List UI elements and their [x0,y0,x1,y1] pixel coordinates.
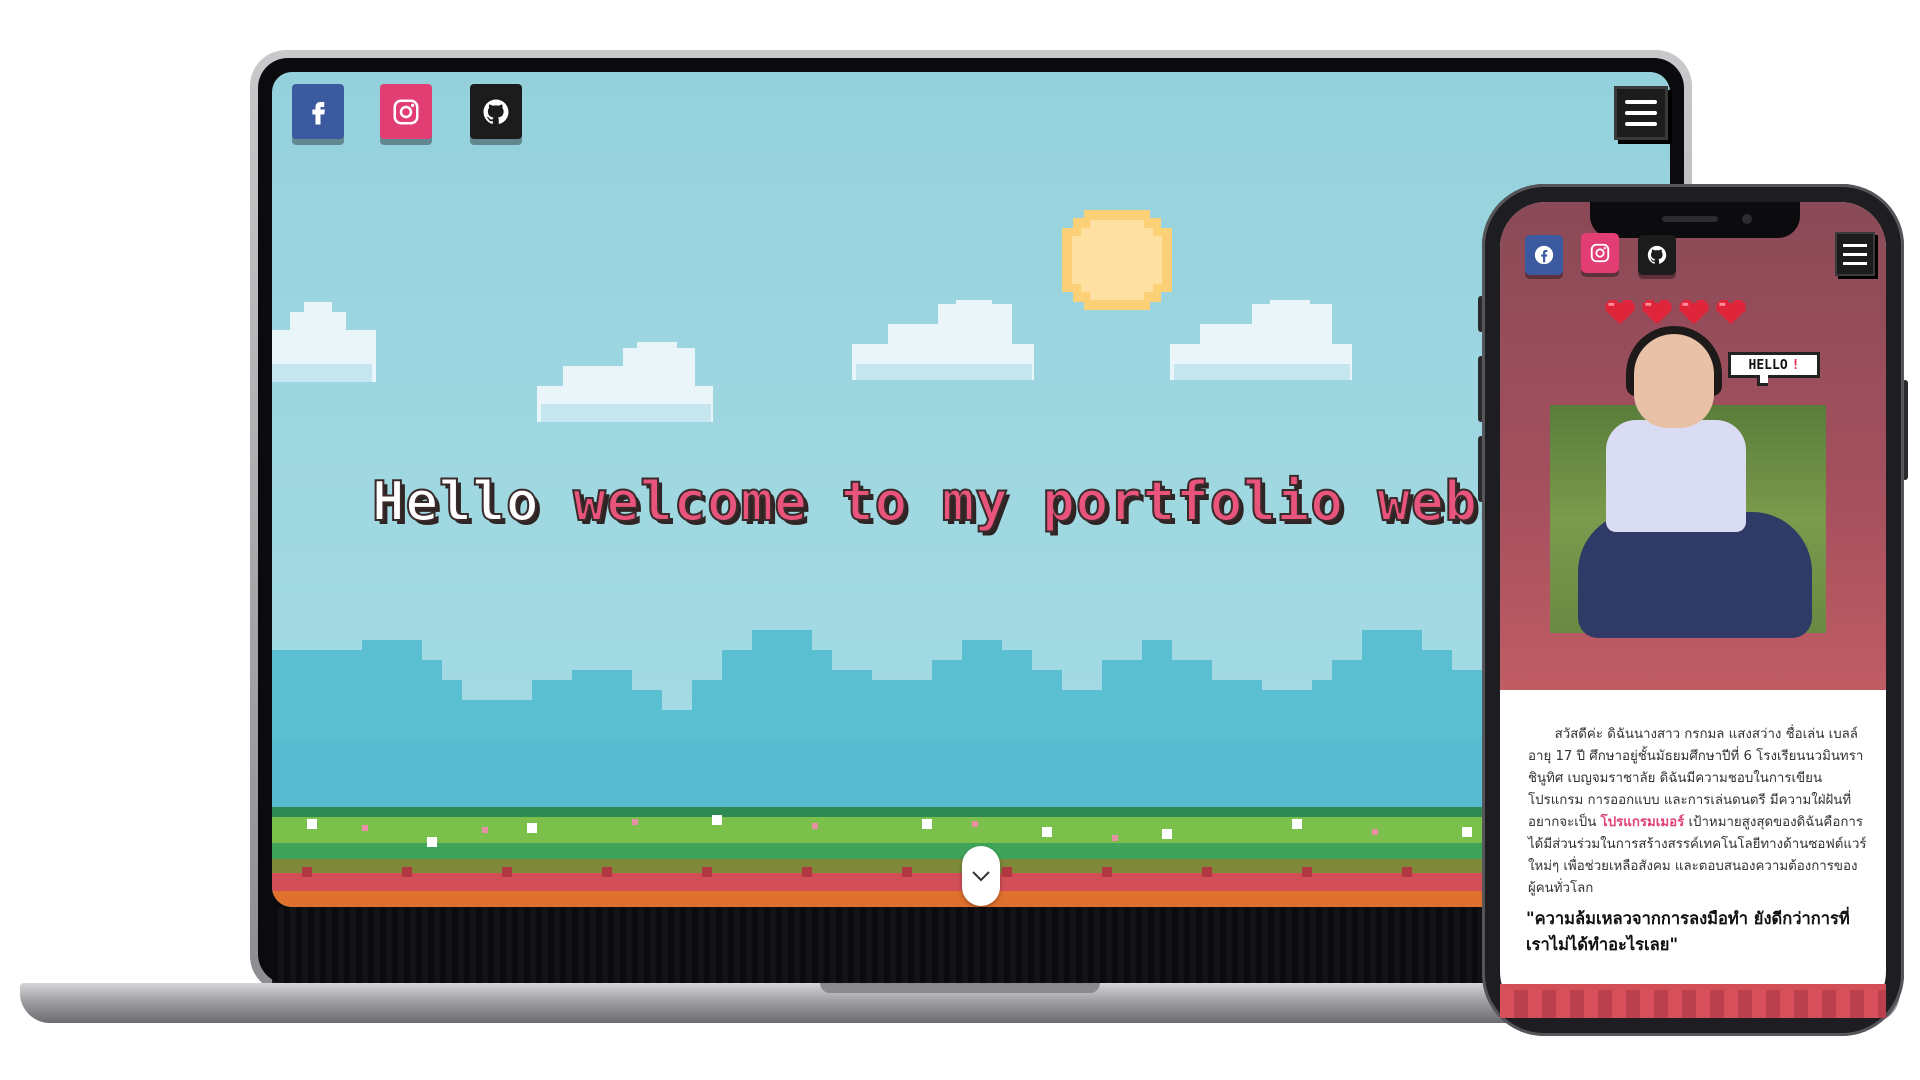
hero-heading: Hello welcome to my portfolio websit [371,469,1579,534]
scroll-down-button[interactable] [962,846,1000,906]
heart-icon [1716,300,1746,324]
profile-photo-face [1634,334,1714,428]
sun-graphic [1062,210,1172,310]
hamburger-icon [1843,243,1867,247]
heart-icon [1679,300,1709,324]
pixel-mountains [272,630,1670,820]
facebook-icon [1534,245,1554,265]
cloud [272,302,382,382]
phone-pixel-ground [1500,984,1886,1018]
github-icon [1647,245,1667,264]
phone-notch [1590,202,1800,238]
instagram-icon [1590,243,1610,263]
laptop-keyboard-reflection [272,907,1670,984]
menu-button[interactable] [1614,86,1668,140]
bubble-text: HELLO [1748,357,1788,373]
bio-paragraph: สวัสดีค่ะ ดิฉันนางสาว กรกมล แสงสว่าง ชื่… [1528,724,1868,900]
heart-icon [1605,300,1635,324]
hero-word-hello: Hello [371,469,540,534]
hamburger-icon [1625,100,1657,104]
cloud [852,300,1038,380]
mockup-stage: Hello welcome to my portfolio websit HEL… [0,0,1920,1080]
bubble-exclamation: ! [1791,357,1800,373]
laptop-hinge-notch [820,983,1100,993]
hello-speech-bubble: HELLO ! [1728,352,1820,386]
cloud [1170,300,1356,380]
instagram-button[interactable] [380,84,432,139]
facebook-button[interactable] [292,84,344,139]
github-button[interactable] [1638,235,1676,275]
profile-photo-shirt [1606,420,1746,532]
facebook-icon [312,101,325,124]
cloud [537,342,717,422]
hero-welcome-text: welcome to my portfolio websit [572,469,1579,534]
instagram-button[interactable] [1581,233,1619,273]
heart-icon [1642,300,1672,324]
menu-button[interactable] [1835,232,1875,276]
github-icon [483,99,509,124]
chevron-down-icon [972,871,990,882]
github-button[interactable] [470,84,522,139]
facebook-button[interactable] [1525,235,1563,275]
instagram-icon [393,99,419,124]
bio-quote: "ความล้มเหลวจากการลงมือทำ ยังดีกว่าการที… [1526,909,1850,954]
bio-highlight: โปรแกรมเมอร์ [1600,815,1685,830]
